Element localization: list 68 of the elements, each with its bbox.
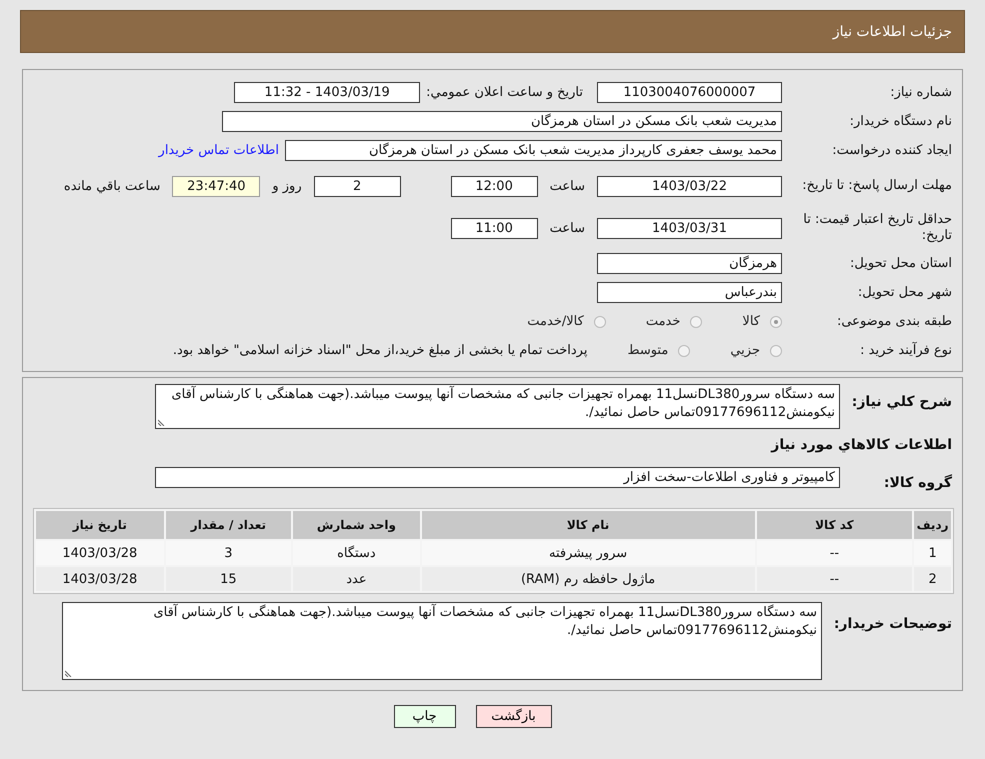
radio-option[interactable]: خدمت (646, 314, 702, 329)
radio-button[interactable] (678, 344, 690, 356)
column-header: کد کالا (756, 511, 912, 539)
remaining-label: ساعت باقي مانده (64, 178, 160, 194)
table-cell: دستگاه (293, 541, 420, 565)
table-cell: ماژول حافظه رم (RAM) (422, 567, 755, 591)
days-field[interactable]: 2 (314, 176, 401, 196)
table-cell: -- (756, 567, 912, 591)
radio-option[interactable]: متوسط (627, 343, 690, 358)
table-cell: 1403/03/28 (36, 567, 164, 591)
time-field[interactable]: 11:00 (450, 218, 538, 238)
table-cell: 15 (166, 567, 292, 591)
table-cell: 1 (914, 541, 951, 565)
text-field[interactable]: 1103004076000007 (597, 82, 782, 103)
text-field[interactable]: مدیریت شعب بانک مسکن در استان هرمزگان (222, 111, 782, 132)
field-label: شرح کلي نیاز: (850, 393, 952, 410)
radio-option[interactable]: کالا/خدمت (527, 314, 606, 329)
text-field[interactable]: کامپیوتر و فناوری اطلاعات-سخت افزار (155, 467, 840, 488)
radio-button[interactable] (594, 316, 606, 328)
column-header: تاریخ نیاز (36, 511, 164, 539)
table-cell: 2 (914, 567, 951, 591)
field-label: گروه کالا: (882, 473, 952, 490)
field-label: شهر محل تحویل: (856, 284, 952, 300)
table-cell: 3 (166, 541, 292, 565)
field-label: نام دستگاه خریدار: (848, 114, 952, 130)
print-button[interactable]: چاپ (394, 705, 456, 728)
section-heading: اطلاعات کالاهاي مورد نیاز (770, 437, 952, 453)
payment-note: پرداخت تمام یا بخشی از مبلغ خرید،از محل "اسناد خزانه اسلامی" خواهد بود. (172, 343, 588, 358)
time-label: ساعت (550, 178, 585, 194)
date-field[interactable]: 1403/03/22 (597, 176, 782, 196)
text-field[interactable]: هرمزگان (597, 253, 782, 274)
time-field[interactable]: 12:00 (450, 176, 538, 196)
field-label: استان محل تحویل: (849, 256, 952, 272)
field-label: تاریخ و ساعت اعلان عمومي: (426, 85, 583, 100)
field-label: نوع فرآیند خرید : (859, 342, 952, 358)
field-label: توضیحات خریدار: (832, 615, 952, 632)
text-field[interactable]: محمد یوسف جعفری کارپرداز مدیریت شعب بانک مسکن در استان هرمزگان (285, 140, 782, 161)
radio-option[interactable]: کالا (742, 314, 782, 329)
time-label: ساعت (550, 220, 585, 236)
radio-button[interactable] (690, 316, 702, 328)
back-button[interactable]: بازگشت (476, 705, 552, 728)
text-field[interactable]: 1403/03/19 - 11:32 (234, 82, 420, 103)
text-field[interactable]: بندرعباس (597, 282, 782, 303)
radio-button[interactable] (770, 316, 782, 328)
table-cell: 1403/03/28 (36, 541, 164, 565)
radio-option[interactable]: جزيي (730, 343, 782, 358)
column-header: ردیف (914, 511, 951, 539)
table-cell: سرور پیشرفته (422, 541, 755, 565)
contact-link[interactable]: اطلاعات تماس خریدار (158, 143, 279, 158)
table-cell: عدد (293, 567, 420, 591)
description-field[interactable]: سه دستگاه سرورDL380نسل11 بهمراه تجهیزات جانبی که مشخصات آنها پیوست میباشد.(جهت هماهنگی با کارشناس آقای نیکومنش09177696112تماس حاصل نمائید/. (155, 384, 840, 429)
days-label: روز و (272, 178, 302, 194)
field-label: شماره نیاز: (889, 84, 952, 100)
countdown-field: 23:47:40 (172, 176, 260, 196)
radio-button[interactable] (770, 344, 782, 356)
resize-grip-icon[interactable] (158, 418, 166, 426)
table-cell: -- (756, 541, 912, 565)
field-label: طبقه بندی موضوعی: (836, 314, 952, 330)
resize-grip-icon[interactable] (65, 669, 73, 677)
field-label: حداقل تاریخ اعتبار قیمت: تا تاریخ: (802, 212, 952, 244)
page-title: جزئیات اطلاعات نیاز (832, 24, 952, 40)
field-label: مهلت ارسال پاسخ: تا تاریخ: (801, 178, 952, 194)
column-header: تعداد / مقدار (166, 511, 292, 539)
column-header: نام کالا (422, 511, 755, 539)
date-field[interactable]: 1403/03/31 (597, 218, 782, 238)
field-label: ایجاد کننده درخواست: (831, 142, 952, 158)
notes-field[interactable]: سه دستگاه سرورDL380نسل11 بهمراه تجهیزات جانبی که مشخصات آنها پیوست میباشد.(جهت هماهنگی با کارشناس آقای نیکومنش09177696112تماس حاصل نمائید/. (62, 602, 822, 680)
column-header: واحد شمارش (293, 511, 420, 539)
